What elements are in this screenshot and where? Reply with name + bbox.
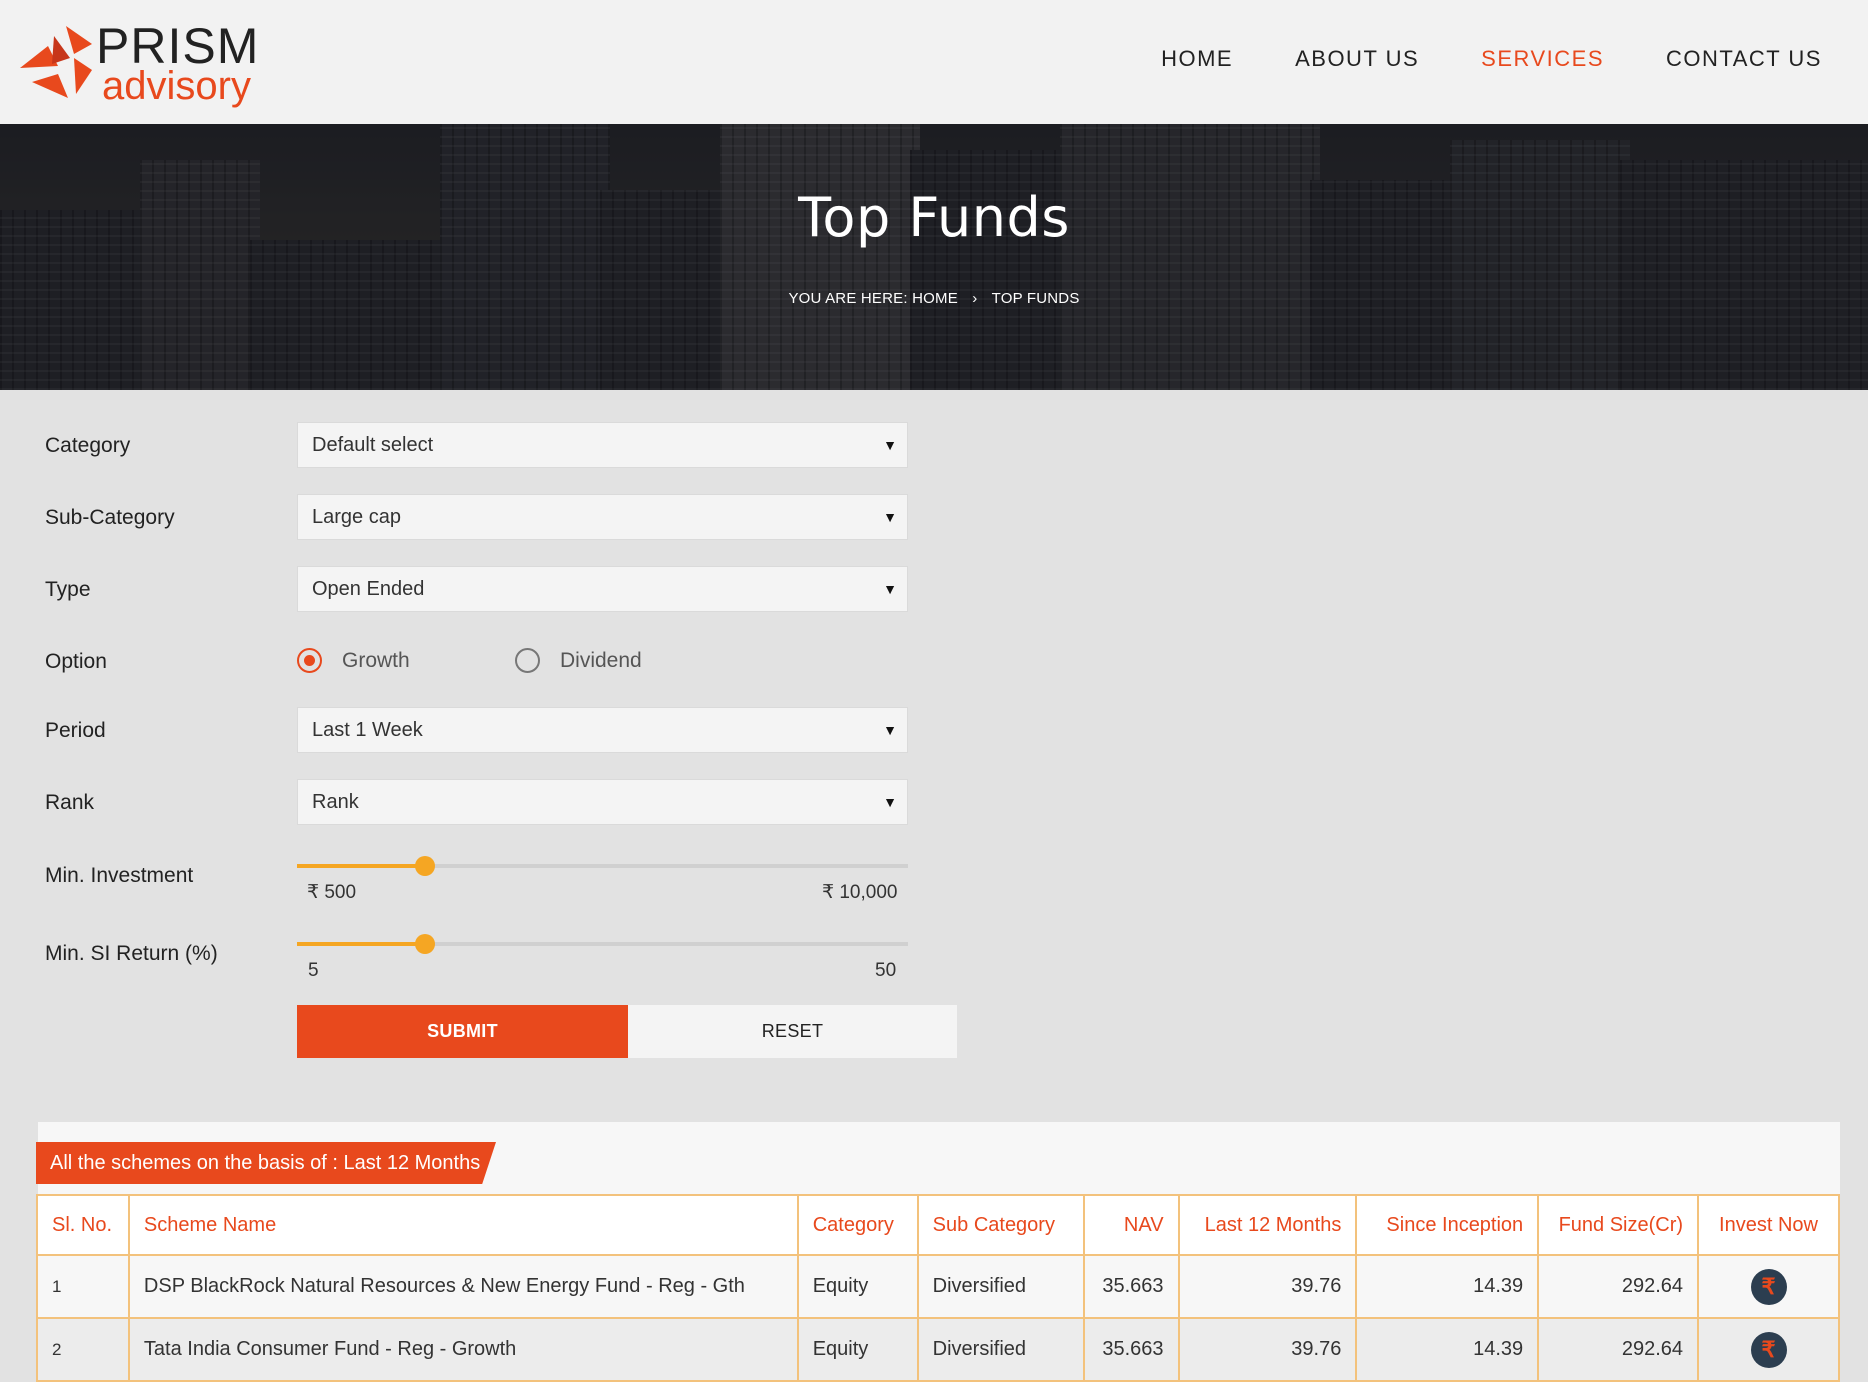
period-select-value: Last 1 Week <box>312 719 423 741</box>
cell-last-12-months: 39.76 <box>1177 1317 1358 1382</box>
cell-category: Equity <box>796 1254 919 1319</box>
column-header-last-12-months[interactable]: Last 12 Months <box>1177 1194 1358 1256</box>
column-header-scheme-name[interactable]: Scheme Name <box>127 1194 799 1256</box>
radio-checked-icon <box>297 648 322 673</box>
type-select-value: Open Ended <box>312 578 425 600</box>
option-growth-radio[interactable]: Growth <box>297 648 410 673</box>
subcategory-select[interactable]: Large cap ▼ <box>297 494 908 540</box>
nav-home[interactable]: HOME <box>1161 46 1233 72</box>
column-header-sl-no[interactable]: Sl. No. <box>36 1194 130 1256</box>
chevron-down-icon: ▼ <box>883 794 897 810</box>
prism-advisory-logo[interactable]: PRISM advisory <box>18 18 258 108</box>
min-si-return-label: Min. SI Return (%) <box>45 942 218 965</box>
type-select[interactable]: Open Ended ▼ <box>297 566 908 612</box>
slider-fill <box>297 942 426 946</box>
min-investment-label: Min. Investment <box>45 864 194 887</box>
cell-fund-size: 292.64 <box>1537 1317 1700 1382</box>
type-label: Type <box>45 578 91 601</box>
cell-nav: 35.663 <box>1082 1254 1180 1319</box>
results-panel: All the schemes on the basis of : Last 1… <box>36 1122 1840 1382</box>
nav-services[interactable]: SERVICES <box>1481 46 1604 72</box>
cell-invest-now: ₹ <box>1697 1254 1840 1319</box>
min-si-return-max: 50 <box>875 960 897 981</box>
rank-label: Rank <box>45 791 95 814</box>
subcategory-select-value: Large cap <box>312 506 401 528</box>
cell-since-inception: 14.39 <box>1355 1317 1540 1382</box>
column-header-since-inception[interactable]: Since Inception <box>1355 1194 1540 1256</box>
slider-thumb[interactable] <box>415 856 436 876</box>
rupee-invest-icon[interactable]: ₹ <box>1750 1331 1787 1368</box>
min-investment-min: ₹ 500 <box>307 882 357 903</box>
rupee-invest-icon[interactable]: ₹ <box>1750 1268 1787 1305</box>
breadcrumb-prefix: YOU ARE HERE: <box>788 290 908 307</box>
site-header: PRISM advisory HOME ABOUT US SERVICES CO… <box>0 0 1868 124</box>
table-row: 2 Tata India Consumer Fund - Reg - Growt… <box>36 1317 1840 1382</box>
option-dividend-label: Dividend <box>560 648 642 672</box>
subcategory-label: Sub-Category <box>45 506 175 529</box>
main-nav: HOME ABOUT US SERVICES CONTACT US <box>1161 46 1822 72</box>
column-header-fund-size[interactable]: Fund Size(Cr) <box>1537 1194 1700 1256</box>
column-header-nav[interactable]: NAV <box>1082 1194 1180 1256</box>
slider-fill <box>297 864 426 868</box>
category-label: Category <box>45 434 131 457</box>
cell-nav: 35.663 <box>1082 1317 1180 1382</box>
breadcrumb: YOU ARE HERE: HOME › TOP FUNDS <box>0 290 1868 307</box>
cell-invest-now: ₹ <box>1697 1317 1840 1382</box>
chevron-down-icon: ▼ <box>883 437 897 453</box>
cell-fund-size: 292.64 <box>1537 1254 1700 1319</box>
hero-overlay <box>0 124 1868 390</box>
category-select[interactable]: Default select ▼ <box>297 422 908 468</box>
min-si-return-min: 5 <box>308 960 319 981</box>
nav-about-us[interactable]: ABOUT US <box>1295 46 1419 72</box>
period-label: Period <box>45 719 106 742</box>
table-row: 1 DSP BlackRock Natural Resources & New … <box>36 1254 1840 1319</box>
submit-button[interactable]: SUBMIT <box>297 1005 628 1058</box>
cell-sl-no: 1 <box>36 1254 130 1319</box>
option-growth-label: Growth <box>342 648 410 672</box>
category-select-value: Default select <box>312 434 434 456</box>
hero-banner: Top Funds YOU ARE HERE: HOME › TOP FUNDS <box>0 124 1868 390</box>
column-header-category[interactable]: Category <box>796 1194 919 1256</box>
results-heading: All the schemes on the basis of : Last 1… <box>36 1142 496 1184</box>
cell-since-inception: 14.39 <box>1355 1254 1540 1319</box>
radio-unchecked-icon <box>515 648 540 673</box>
min-si-return-slider[interactable] <box>297 934 908 954</box>
funds-table: Sl. No. Scheme Name Category Sub Categor… <box>36 1194 1840 1382</box>
table-header-row: Sl. No. Scheme Name Category Sub Categor… <box>36 1194 1840 1256</box>
cell-scheme-name: DSP BlackRock Natural Resources & New En… <box>127 1254 799 1319</box>
cell-sl-no: 2 <box>36 1317 130 1382</box>
min-investment-max: ₹ 10,000 <box>822 882 898 903</box>
chevron-down-icon: ▼ <box>883 722 897 738</box>
rank-select[interactable]: Rank ▼ <box>297 779 908 825</box>
breadcrumb-separator-icon: › <box>972 290 978 307</box>
cell-last-12-months: 39.76 <box>1177 1254 1358 1319</box>
reset-button[interactable]: RESET <box>628 1005 957 1058</box>
option-dividend-radio[interactable]: Dividend <box>515 648 642 673</box>
column-header-sub-category[interactable]: Sub Category <box>916 1194 1085 1256</box>
option-label: Option <box>45 650 107 673</box>
logo-mark-icon <box>20 26 92 98</box>
page-title: Top Funds <box>798 186 1070 249</box>
rank-select-value: Rank <box>312 791 359 813</box>
cell-scheme-name: Tata India Consumer Fund - Reg - Growth <box>127 1317 799 1382</box>
column-header-invest-now: Invest Now <box>1697 1194 1840 1256</box>
cell-sub-category: Diversified <box>916 1317 1085 1382</box>
breadcrumb-current: TOP FUNDS <box>991 290 1080 307</box>
chevron-down-icon: ▼ <box>883 509 897 525</box>
logo-advisory-text: advisory <box>102 64 251 108</box>
breadcrumb-home-link[interactable]: HOME <box>912 290 958 307</box>
nav-contact-us[interactable]: CONTACT US <box>1666 46 1822 72</box>
cell-category: Equity <box>796 1317 919 1382</box>
period-select[interactable]: Last 1 Week ▼ <box>297 707 908 753</box>
slider-thumb[interactable] <box>415 934 436 954</box>
min-investment-slider[interactable] <box>297 856 908 876</box>
cell-sub-category: Diversified <box>916 1254 1085 1319</box>
chevron-down-icon: ▼ <box>883 581 897 597</box>
